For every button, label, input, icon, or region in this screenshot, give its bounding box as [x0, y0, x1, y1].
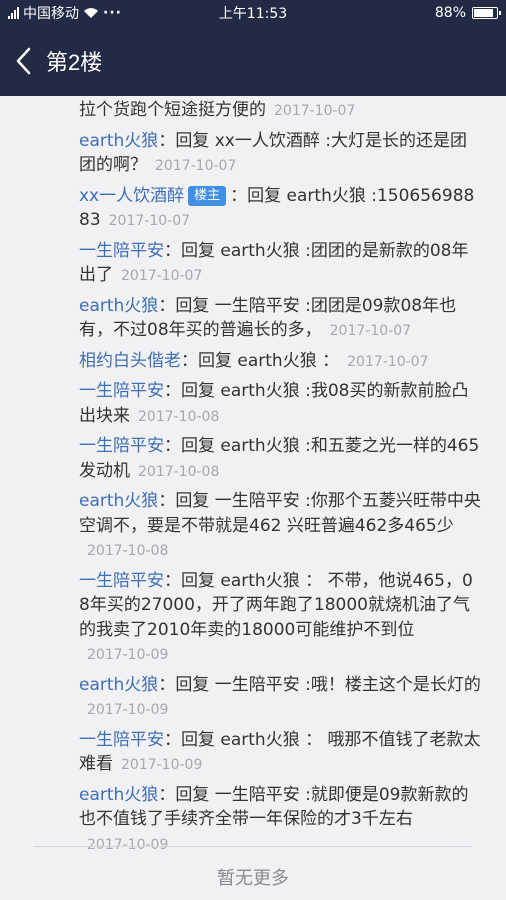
reply-list: 拉个货跑个短途挺方便的 2017-10-07 earth火狼：回复 xx一人饮酒醉 …: [79, 96, 482, 862]
reply-item[interactable]: 一生陪平安：回复 earth火狼 ： 哦那不值钱了老款太难看 2017-10-09: [79, 728, 482, 778]
reply-username[interactable]: earth火狼: [79, 131, 158, 151]
reply-separator: ：: [181, 350, 198, 371]
status-bar: 中国移动 ··· 上午11:53 88%: [0, 0, 506, 26]
reply-username[interactable]: 相约白头偕老: [79, 351, 181, 371]
reply-date: 2017-10-07: [155, 158, 237, 174]
battery-icon: [472, 7, 501, 19]
reply-text: 拉个货跑个短途挺方便的: [79, 100, 266, 120]
reply-separator: ：: [164, 570, 181, 591]
reply-item[interactable]: earth火狼：回复 xx一人饮酒醉 :大灯是长的还是团团的啊？ 2017-10-…: [79, 129, 482, 179]
reply-separator: ：: [164, 381, 181, 401]
reply-date: 2017-10-07: [347, 353, 429, 370]
reply-username[interactable]: 一生陪平安: [79, 571, 164, 591]
reply-username[interactable]: 一生陪平安: [79, 241, 164, 261]
status-left: 中国移动 ···: [8, 3, 435, 23]
reply-date: 2017-10-08: [138, 408, 220, 425]
reply-item[interactable]: 一生陪平安：回复 earth火狼 :我08买的新款前脸凸出块来 2017-10-0…: [79, 379, 482, 429]
divider: [34, 846, 472, 847]
reply-separator: ：: [158, 295, 176, 316]
more-icon: ···: [103, 5, 122, 21]
signal-icon: [8, 7, 19, 19]
reply-separator: ：: [164, 729, 181, 750]
reply-separator: ：: [158, 491, 176, 511]
reply-username[interactable]: xx一人饮酒醉: [79, 186, 184, 206]
reply-date: 2017-10-07: [329, 323, 412, 339]
page-title: 第2楼: [46, 50, 103, 75]
reply-item[interactable]: earth火狼：回复 一生陪平安 :团团是09款08年也有，不过08年买的普遍长…: [79, 294, 482, 344]
reply-item[interactable]: earth火狼：回复 一生陪平安 :哦！楼主这个是长灯的 2017-10-09: [79, 673, 482, 723]
reply-date: 2017-10-07: [121, 268, 203, 284]
reply-item[interactable]: 一生陪平安：回复 earth火狼 :和五菱之光一样的465发动机 2017-10-…: [79, 434, 482, 484]
wifi-icon: [84, 8, 98, 18]
reply-username[interactable]: earth火狼: [79, 491, 158, 511]
nav-bar: 第2楼: [0, 26, 506, 96]
reply-item[interactable]: 相约白头偕老：回复 earth火狼 ： 2017-10-07: [79, 349, 482, 375]
reply-date: 2017-10-09: [121, 757, 203, 773]
chevron-left-icon: [16, 47, 31, 75]
reply-date: 2017-10-07: [274, 103, 356, 119]
reply-separator: ：: [158, 784, 176, 805]
reply-date: 2017-10-09: [87, 702, 169, 718]
reply-date: 2017-10-07: [108, 213, 191, 229]
carrier-label: 中国移动: [23, 6, 79, 22]
reply-item[interactable]: 拉个货跑个短途挺方便的 2017-10-07: [79, 98, 482, 124]
load-more-button[interactable]: 暂无更多: [0, 864, 506, 890]
reply-separator: ：: [164, 240, 181, 261]
reply-text: 回复 earth火狼 ：: [198, 350, 340, 371]
battery-fill: [474, 9, 494, 17]
back-button[interactable]: [0, 26, 46, 96]
reply-username[interactable]: 一生陪平安: [79, 436, 164, 456]
reply-separator: ：: [230, 185, 248, 206]
reply-date: 2017-10-08: [138, 463, 220, 480]
op-badge: 楼主: [188, 185, 227, 206]
reply-item[interactable]: xx一人饮酒醉 楼主 ：回复 earth火狼 :15065698883 2017-10…: [79, 184, 482, 234]
reply-username[interactable]: earth火狼: [79, 675, 158, 695]
reply-date: 2017-10-08: [87, 543, 169, 559]
reply-separator: ：: [158, 130, 176, 151]
reply-date: 2017-10-09: [87, 647, 169, 663]
reply-username[interactable]: 一生陪平安: [79, 730, 164, 750]
reply-separator: ：: [164, 436, 181, 456]
reply-text: 回复 一生陪平安 :哦！楼主这个是长灯的: [175, 674, 481, 695]
reply-date: 2017-10-09: [87, 836, 169, 853]
reply-item[interactable]: 一生陪平安：回复 earth火狼 :团团的是新款的08年出了 2017-10-07: [79, 239, 482, 289]
reply-username[interactable]: 一生陪平安: [79, 381, 164, 401]
reply-username[interactable]: earth火狼: [79, 296, 158, 316]
reply-item[interactable]: earth火狼：回复 一生陪平安 :你那个五菱兴旺带中央空调不，要是不带就是46…: [79, 489, 482, 564]
status-right: 88%: [434, 5, 501, 21]
reply-separator: ：: [158, 674, 176, 695]
reply-item[interactable]: 一生陪平安：回复 earth火狼 ： 不带，他说465，08年买的27000，开…: [79, 569, 482, 668]
reply-list-container[interactable]: 拉个货跑个短途挺方便的 2017-10-07 earth火狼：回复 xx一人饮酒醉 …: [0, 96, 506, 900]
reply-username[interactable]: earth火狼: [79, 785, 158, 805]
battery-percent: 88%: [434, 5, 466, 21]
